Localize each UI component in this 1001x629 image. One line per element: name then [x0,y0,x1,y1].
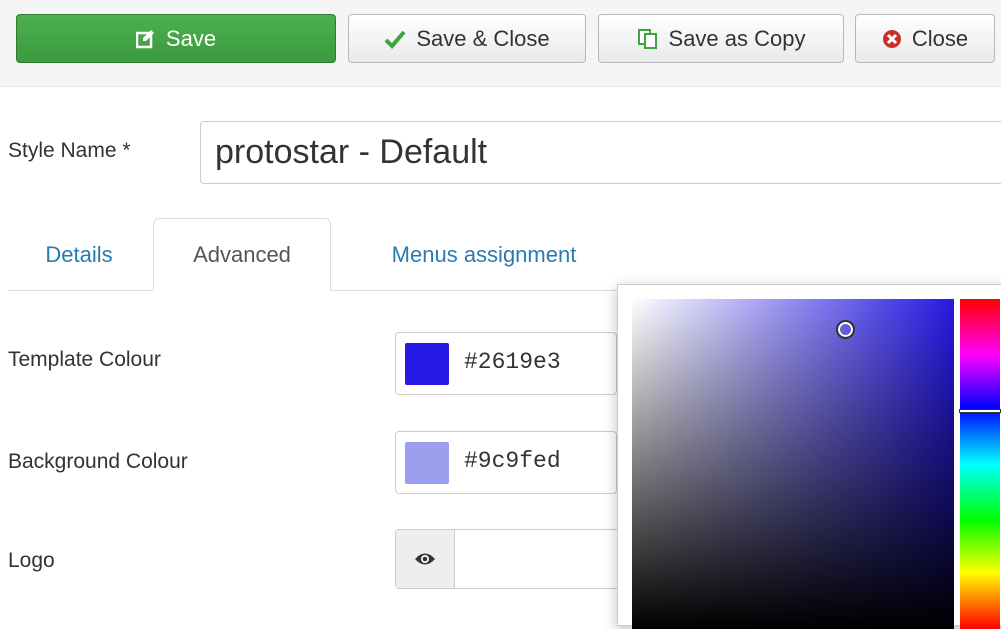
tab-details[interactable]: Details [8,218,150,291]
copy-icon [637,28,659,50]
style-name-input[interactable] [200,121,1001,184]
save-as-copy-label: Save as Copy [668,25,806,51]
color-picker-cursor[interactable] [835,319,855,339]
eye-icon [414,551,436,567]
color-picker-popup [617,284,1001,629]
template-colour-value: #2619e3 [464,349,561,375]
close-icon [882,29,902,49]
saturation-brightness-area[interactable] [632,299,954,629]
logo-field[interactable] [395,529,635,589]
style-name-label: Style Name * [8,139,131,162]
logo-label: Logo [8,549,55,572]
background-colour-label: Background Colour [8,450,188,473]
save-and-close-button[interactable]: Save & Close [348,14,586,63]
save-and-close-label: Save & Close [416,25,550,51]
toolbar: Save Save & Close Save as Copy Close [0,0,1001,87]
save-button-label: Save [165,25,217,51]
save-as-copy-button[interactable]: Save as Copy [598,14,844,63]
background-colour-field[interactable]: #9c9fed [395,431,617,494]
template-colour-field[interactable]: #2619e3 [395,332,617,395]
tab-advanced[interactable]: Advanced [153,218,331,291]
hue-slider[interactable] [959,299,1001,629]
template-colour-swatch [405,343,449,385]
edit-icon [135,29,156,49]
save-button[interactable]: Save [16,14,336,63]
close-label: Close [911,25,969,51]
check-icon [384,29,406,49]
hue-slider-handle[interactable] [959,409,1001,414]
tab-menus-assignment[interactable]: Menus assignment [334,218,634,291]
background-colour-swatch [405,442,449,484]
close-button[interactable]: Close [855,14,995,63]
template-colour-label: Template Colour [8,348,161,371]
preview-button[interactable] [396,530,455,588]
background-colour-value: #9c9fed [464,448,561,474]
